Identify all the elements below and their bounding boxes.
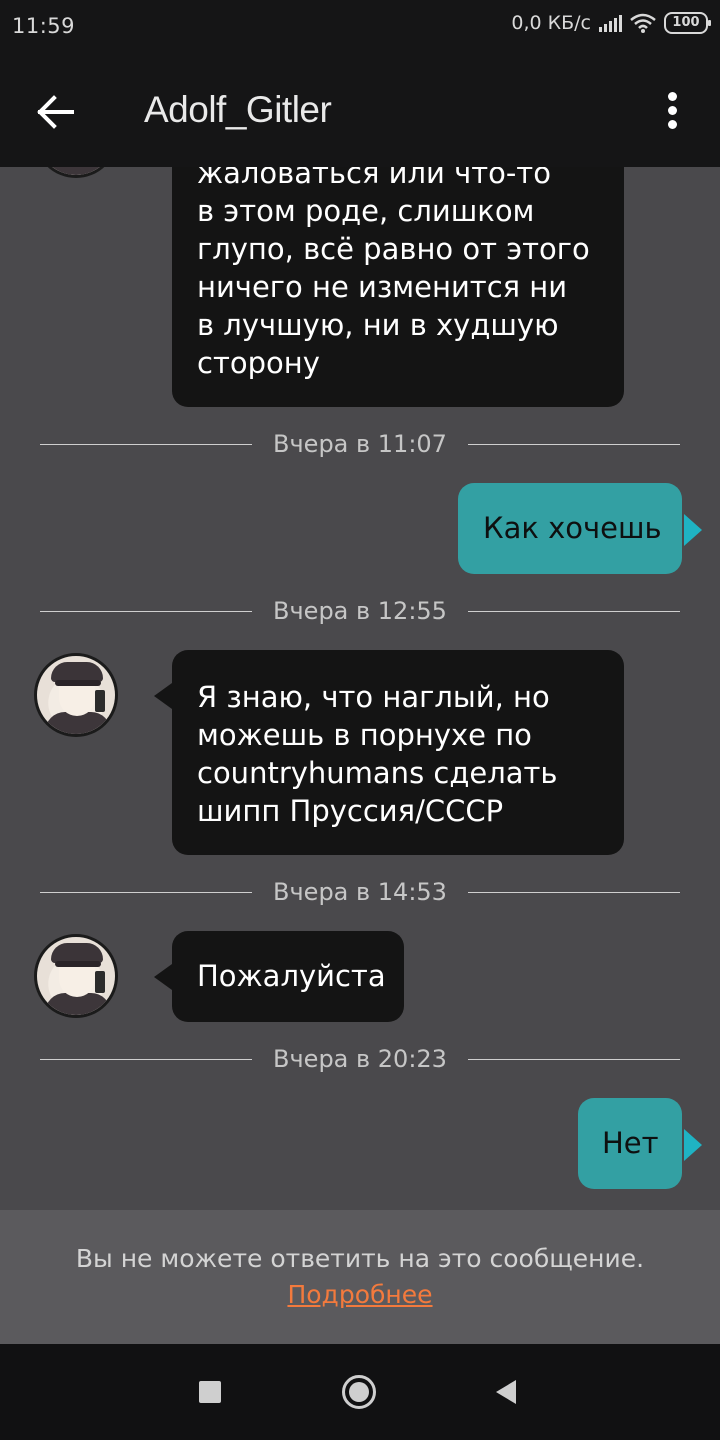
message-line: в лучшую, ни в худшую: [197, 308, 559, 342]
more-options-icon[interactable]: [658, 89, 686, 137]
date-divider: Вчера в 11:07: [40, 430, 680, 460]
bubble-tail: [684, 514, 702, 546]
app-bar: Adolf_Gitler: [0, 55, 720, 167]
bubble-tail: [684, 1129, 702, 1161]
message-line: countryhumans сделать: [197, 756, 558, 790]
back-arrow-icon[interactable]: [34, 91, 76, 133]
reply-disabled-banner: Вы не можете ответить на это сообщение. …: [0, 1210, 720, 1344]
nav-back-icon[interactable]: [496, 1380, 516, 1404]
message-line: можешь в порнухе по: [197, 718, 532, 752]
date-divider: Вчера в 20:23: [40, 1045, 680, 1075]
date-divider-text: Вчера в 11:07: [273, 430, 447, 458]
message-line: сторону: [197, 346, 320, 380]
sender-avatar[interactable]: [34, 934, 118, 1018]
bubble-tail: [154, 683, 172, 709]
system-nav-bar: [0, 1344, 720, 1440]
bubble-tail: [154, 964, 172, 990]
recents-icon[interactable]: [199, 1381, 221, 1403]
message-line: ничего не изменится ни: [197, 270, 568, 304]
message-line: шипп Пруссия/СССР: [197, 794, 504, 828]
message-line: в этом роде, слишком: [197, 194, 535, 228]
message-line: глупо, всё равно от этого: [197, 232, 590, 266]
date-divider: Вчера в 14:53: [40, 878, 680, 908]
message-bubble-incoming[interactable]: Пожалуйста: [172, 931, 404, 1022]
date-divider-text: Вчера в 12:55: [273, 597, 447, 625]
message-bubble-outgoing[interactable]: Как хочешь: [458, 483, 682, 574]
message-text: Нет: [602, 1126, 659, 1160]
date-divider-text: Вчера в 20:23: [273, 1045, 447, 1073]
date-divider: Вчера в 12:55: [40, 597, 680, 627]
message-bubble-incoming[interactable]: Я знаю, что наглый, но можешь в порнухе …: [172, 650, 624, 855]
message-list[interactable]: жаловаться или что-то в этом роде, слишк…: [0, 0, 720, 1210]
sender-avatar[interactable]: [34, 653, 118, 737]
chat-title: Adolf_Gitler: [144, 89, 332, 130]
message-line: Я знаю, что наглый, но: [197, 680, 550, 714]
message-bubble-outgoing[interactable]: Нет: [578, 1098, 682, 1189]
reply-disabled-text: Вы не можете ответить на это сообщение.: [75, 1244, 645, 1273]
message-text: Пожалуйста: [197, 959, 386, 993]
date-divider-text: Вчера в 14:53: [273, 878, 447, 906]
message-text: Как хочешь: [483, 511, 662, 545]
home-icon[interactable]: [342, 1375, 376, 1409]
learn-more-link[interactable]: Подробнее: [0, 1280, 720, 1309]
